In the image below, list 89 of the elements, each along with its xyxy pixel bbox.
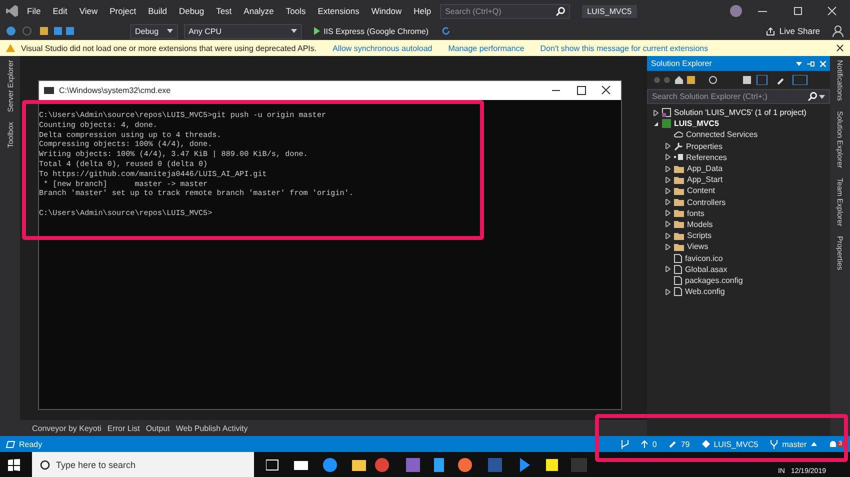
configuration-dropdown[interactable]: Debug	[130, 24, 178, 38]
tree-item[interactable]: LUIS_MVC5	[651, 118, 830, 130]
tree-item[interactable]: Scripts	[651, 230, 830, 242]
menu-item[interactable]: View	[76, 6, 101, 16]
start-icon[interactable]	[8, 458, 20, 470]
menu-item[interactable]: Build	[145, 6, 170, 16]
info-link[interactable]: Allow synchronous autoload	[332, 44, 432, 52]
pencil-icon	[668, 440, 677, 448]
project-icon	[662, 119, 671, 128]
bell-icon[interactable]	[828, 440, 837, 448]
collapse-arrow-icon[interactable]	[653, 120, 659, 127]
play-icon	[314, 27, 320, 35]
tree-item[interactable]: packages.config	[651, 274, 830, 286]
search-icon[interactable]	[808, 92, 817, 101]
info-message: Visual Studio did not load one or more extensions that were using deprecated APIs.	[21, 44, 317, 52]
back-icon[interactable]	[6, 26, 16, 36]
taskbar-search[interactable]: Type here to search	[32, 452, 254, 477]
search-icon[interactable]	[556, 6, 566, 16]
changes-count[interactable]: 79	[680, 440, 690, 448]
tree-item[interactable]: Solution 'LUIS_MVC5' (1 of 1 project)	[651, 107, 830, 118]
console-icon	[44, 87, 54, 94]
caret-icon[interactable]	[796, 62, 802, 66]
menu-item[interactable]: Tools	[282, 6, 309, 16]
info-link[interactable]: Manage performance	[448, 44, 524, 52]
menu-item[interactable]: Debug	[176, 6, 208, 16]
search-field[interactable]: Search Solution Explorer (Ctrl+;)	[647, 89, 830, 104]
menu-item[interactable]: Help	[410, 6, 434, 16]
menu-item[interactable]: Project	[106, 6, 140, 16]
tree-item[interactable]: Views	[651, 241, 830, 252]
menu-item[interactable]: Analyze	[240, 6, 277, 16]
avatar-icon[interactable]	[730, 5, 742, 17]
platform-dropdown[interactable]: Any CPU	[184, 24, 302, 38]
tree-item[interactable]: Web.config	[651, 286, 830, 298]
refresh-icon[interactable]	[440, 26, 451, 36]
tree-item[interactable]: Properties	[651, 140, 830, 152]
tree-item[interactable]: Connected Services	[651, 129, 830, 141]
caret-icon[interactable]	[810, 442, 817, 446]
close-icon[interactable]	[836, 44, 844, 52]
search-field[interactable]: Search (Ctrl+Q)	[440, 4, 570, 18]
branch-icon	[770, 440, 778, 448]
expand-arrow-icon[interactable]	[665, 288, 671, 295]
tree-item[interactable]: Controllers	[651, 196, 830, 208]
menu-item[interactable]: Edit	[50, 6, 70, 16]
status-icon	[6, 440, 15, 448]
tree-item[interactable]: Models	[651, 218, 830, 230]
reference-icon	[674, 154, 683, 160]
expand-arrow-icon[interactable]	[665, 266, 671, 272]
caret-icon[interactable]	[819, 94, 825, 98]
window-title: C:\Windows\system32\cmd.exe	[59, 86, 171, 95]
person-icon[interactable]	[832, 25, 844, 37]
push-count[interactable]: 0	[652, 440, 657, 448]
run-button[interactable]: IIS Express (Google Chrome)	[308, 26, 435, 36]
diamond-icon	[702, 440, 710, 448]
panel-tab[interactable]: Web Publish Activity	[176, 424, 248, 432]
tree-item[interactable]: Global.asax	[651, 264, 830, 275]
tree-item[interactable]: fonts	[651, 208, 830, 219]
repository-name[interactable]: LUIS_MVC5	[714, 440, 758, 448]
cloud-icon	[674, 131, 683, 138]
solution-name: LUIS_MVC5	[582, 4, 637, 18]
live-share-button[interactable]: Live Share	[760, 25, 826, 37]
up-arrow-icon	[641, 440, 648, 448]
logo-icon	[6, 5, 18, 17]
info-link[interactable]: Don't show this message for current extensions	[540, 44, 708, 52]
branch-icon[interactable]	[621, 440, 630, 448]
search-icon	[40, 460, 50, 470]
warning-icon	[6, 44, 15, 52]
share-icon	[766, 26, 776, 36]
branch-name[interactable]: master	[782, 440, 807, 448]
caret-icon[interactable]	[290, 29, 297, 33]
forward-icon[interactable]	[22, 26, 32, 36]
tree-item[interactable]: favicon.ico	[651, 252, 830, 264]
tree-item[interactable]: Content	[651, 185, 830, 196]
caret-icon[interactable]	[166, 29, 173, 33]
tree-item[interactable]: App_Start	[651, 174, 830, 186]
status-text: Ready	[19, 440, 44, 448]
panel-tab[interactable]: Error List	[107, 424, 140, 432]
menu-item[interactable]: Extensions	[314, 6, 362, 16]
panel-tab[interactable]: Output	[146, 424, 170, 432]
menu-item[interactable]: File	[24, 6, 44, 16]
menu-item[interactable]: Window	[368, 6, 405, 16]
menu-item[interactable]: Test	[213, 6, 235, 16]
solution-icon	[662, 108, 671, 118]
wrench-icon	[674, 142, 683, 151]
panel-title: Solution Explorer	[647, 56, 830, 71]
pin-icon[interactable]	[807, 60, 815, 66]
expand-arrow-icon[interactable]	[653, 110, 659, 116]
tree-item[interactable]: References	[651, 152, 830, 163]
panel-tab[interactable]: Conveyor by Keyoti	[32, 424, 102, 432]
tree-item[interactable]: App_Data	[651, 162, 830, 174]
